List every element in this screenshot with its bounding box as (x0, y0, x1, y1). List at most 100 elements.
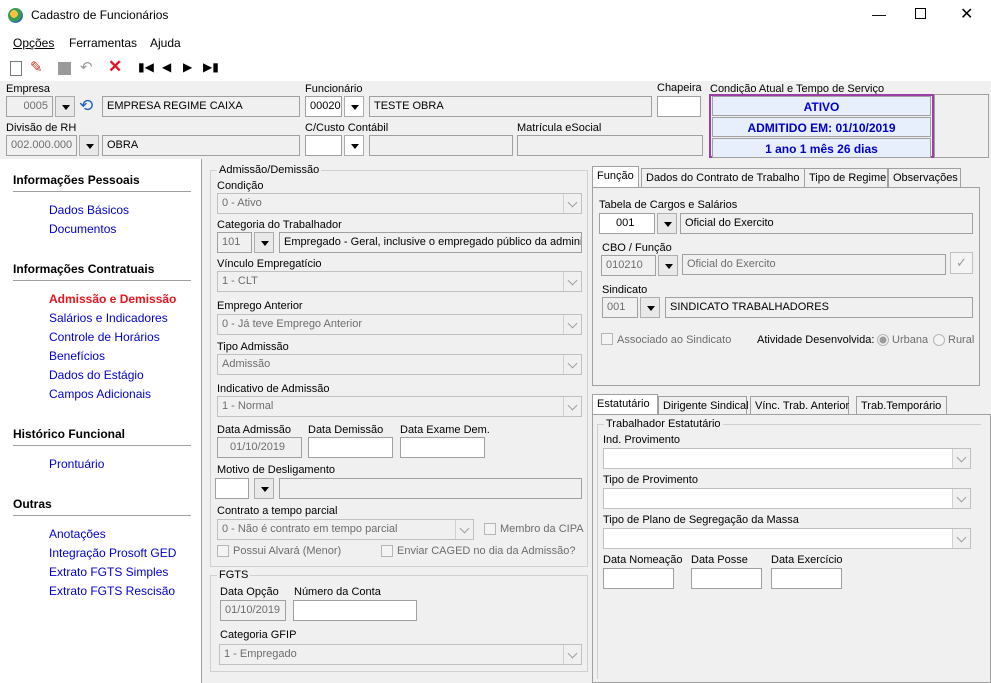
maximize-button[interactable] (915, 8, 926, 19)
vinculo-label: Vínculo Empregatício (217, 258, 322, 270)
status-tempo: 1 ano 1 mês 26 dias (712, 138, 931, 158)
tab-vinc-trab-anterior[interactable]: Vínc. Trab. Anterior (750, 396, 849, 416)
tab-trab-temporario[interactable]: Trab.Temporário (856, 396, 947, 416)
chapeira-field[interactable] (657, 96, 701, 117)
tab-observacoes[interactable]: Observações (888, 168, 961, 188)
undo-icon[interactable]: ↶ (80, 58, 93, 76)
tab-dados-contrato[interactable]: Dados do Contrato de Trabalho (641, 168, 805, 188)
data-exame-field[interactable] (400, 437, 485, 458)
tipo-provimento-select[interactable] (603, 488, 971, 509)
sidebar-item-prontuario[interactable]: Prontuário (49, 457, 104, 471)
tab-estatutario[interactable]: Estatutário (592, 394, 658, 416)
menu-ferramentas[interactable]: Ferramentas (69, 36, 137, 50)
ind-provimento-select[interactable] (603, 448, 971, 469)
sidebar-item-extrato-fgts-simples[interactable]: Extrato FGTS Simples (49, 565, 168, 579)
sidebar-item-integracao-ged[interactable]: Integração Prosoft GED (49, 546, 176, 560)
contrato-parcial-label: Contrato a tempo parcial (217, 505, 338, 517)
condicao-select[interactable]: 0 - Ativo (217, 193, 582, 214)
rural-radio[interactable] (933, 334, 945, 346)
next-record-icon[interactable]: ▶ (183, 60, 192, 74)
data-demissao-field[interactable] (308, 437, 393, 458)
refresh-company-icon[interactable]: ⟲ (79, 96, 93, 116)
last-record-icon[interactable]: ▶▮ (203, 60, 219, 74)
matricula-field[interactable] (517, 135, 703, 156)
section-outras: Outras (13, 497, 52, 511)
urbana-radio[interactable] (877, 334, 889, 346)
data-admissao-label: Data Admissão (217, 424, 291, 436)
sindicato-label: Sindicato (602, 284, 648, 296)
motivo-dropdown-button[interactable] (254, 478, 274, 499)
previous-record-icon[interactable]: ◀ (162, 60, 171, 74)
emprego-anterior-select[interactable]: 0 - Já teve Emprego Anterior (217, 314, 582, 335)
sidebar-item-dados-estagio[interactable]: Dados do Estágio (49, 368, 144, 382)
tabela-cargos-desc-field: Oficial do Exercito (680, 213, 973, 234)
sidebar-item-documentos[interactable]: Documentos (49, 222, 116, 236)
indicativo-select[interactable]: 1 - Normal (217, 396, 582, 417)
data-opcao-field[interactable]: 01/10/2019 (220, 600, 286, 621)
alvara-checkbox[interactable] (217, 545, 229, 557)
divisao-dropdown-button[interactable] (79, 135, 99, 156)
contrato-parcial-select[interactable]: 0 - Não é contrato em tempo parcial (217, 519, 474, 540)
tab-dirigente-sindical[interactable]: Dirigente Sindical (658, 396, 749, 416)
section-informacoes-pessoais: Informações Pessoais (13, 173, 140, 187)
delete-icon[interactable]: ✕ (108, 57, 122, 77)
sidebar-item-dados-basicos[interactable]: Dados Básicos (49, 203, 129, 217)
sidebar-item-controle-horarios[interactable]: Controle de Horários (49, 330, 160, 344)
sidebar-item-salarios[interactable]: Salários e Indicadores (49, 311, 168, 325)
motivo-code-field[interactable] (215, 478, 249, 499)
custo-code-field[interactable] (305, 135, 342, 156)
sindicato-dropdown-button[interactable] (640, 297, 660, 318)
custo-dropdown-button[interactable] (344, 135, 364, 156)
funcionario-code-field[interactable]: 00020 (305, 96, 342, 117)
sidebar-item-extrato-fgts-rescisao[interactable]: Extrato FGTS Rescisão (49, 584, 175, 598)
status-ativo: ATIVO (712, 96, 931, 116)
data-exercicio-field[interactable] (771, 568, 842, 589)
minimize-button[interactable]: — (872, 6, 886, 22)
membro-cipa-checkbox[interactable] (484, 523, 496, 535)
empresa-dropdown-button[interactable] (55, 96, 75, 117)
tipo-admissao-select[interactable]: Admissão (217, 354, 582, 375)
section-informacoes-contratuais: Informações Contratuais (13, 262, 155, 276)
funcionario-dropdown-button[interactable] (344, 96, 364, 117)
check-icon[interactable]: ✓ (950, 252, 973, 274)
sindicato-code-field[interactable]: 001 (602, 297, 638, 318)
status-extra-box (934, 94, 989, 158)
data-posse-field[interactable] (691, 568, 762, 589)
sidebar-item-anotacoes[interactable]: Anotações (49, 527, 106, 541)
categoria-code-field[interactable]: 101 (217, 232, 252, 253)
tabela-cargos-dropdown-button[interactable] (657, 213, 677, 234)
plano-segregacao-select[interactable] (603, 528, 971, 549)
menu-opcoes[interactable]: Opções (13, 36, 54, 50)
tab-tipo-regime[interactable]: Tipo de Regime (804, 168, 888, 188)
close-window-button[interactable]: ✕ (960, 4, 973, 24)
first-record-icon[interactable]: ▮◀ (138, 60, 154, 74)
membro-cipa-label: Membro da CIPA (500, 523, 584, 535)
divider (13, 280, 191, 281)
divisao-name-field: OBRA (102, 135, 300, 156)
empresa-code-field[interactable]: 0005 (6, 96, 53, 117)
categoria-dropdown-button[interactable] (254, 232, 274, 253)
new-icon[interactable] (10, 61, 22, 76)
categoria-desc-field: Empregado - Geral, inclusive o empregado… (279, 232, 582, 253)
vinculo-select[interactable]: 1 - CLT (217, 271, 582, 292)
window-title: Cadastro de Funcionários (31, 8, 169, 22)
save-icon[interactable] (58, 62, 71, 75)
conta-field[interactable] (293, 600, 417, 621)
data-nomeacao-field[interactable] (603, 568, 674, 589)
tab-funcao[interactable]: Função (592, 166, 639, 188)
sidebar-item-admissao-demissao[interactable]: Admissão e Demissão (49, 292, 176, 306)
title-bar: Cadastro de Funcionários — ✕ (0, 0, 991, 31)
menu-ajuda[interactable]: Ajuda (150, 36, 181, 50)
associado-checkbox[interactable] (601, 333, 613, 345)
cbo-dropdown-button[interactable] (658, 255, 678, 276)
edit-icon[interactable]: ✎ (30, 58, 43, 76)
sidebar-item-campos-adicionais[interactable]: Campos Adicionais (49, 387, 151, 401)
sidebar-item-beneficios[interactable]: Benefícios (49, 349, 105, 363)
divisao-code-field[interactable]: 002.000.000 (6, 135, 77, 156)
tabela-cargos-code-field[interactable]: 001 (599, 213, 655, 234)
empresa-label: Empresa (6, 83, 51, 95)
caged-checkbox[interactable] (381, 545, 393, 557)
gfip-select[interactable]: 1 - Empregado (219, 644, 582, 665)
cbo-code-field[interactable]: 010210 (601, 255, 656, 276)
data-admissao-field[interactable]: 01/10/2019 (217, 437, 302, 458)
